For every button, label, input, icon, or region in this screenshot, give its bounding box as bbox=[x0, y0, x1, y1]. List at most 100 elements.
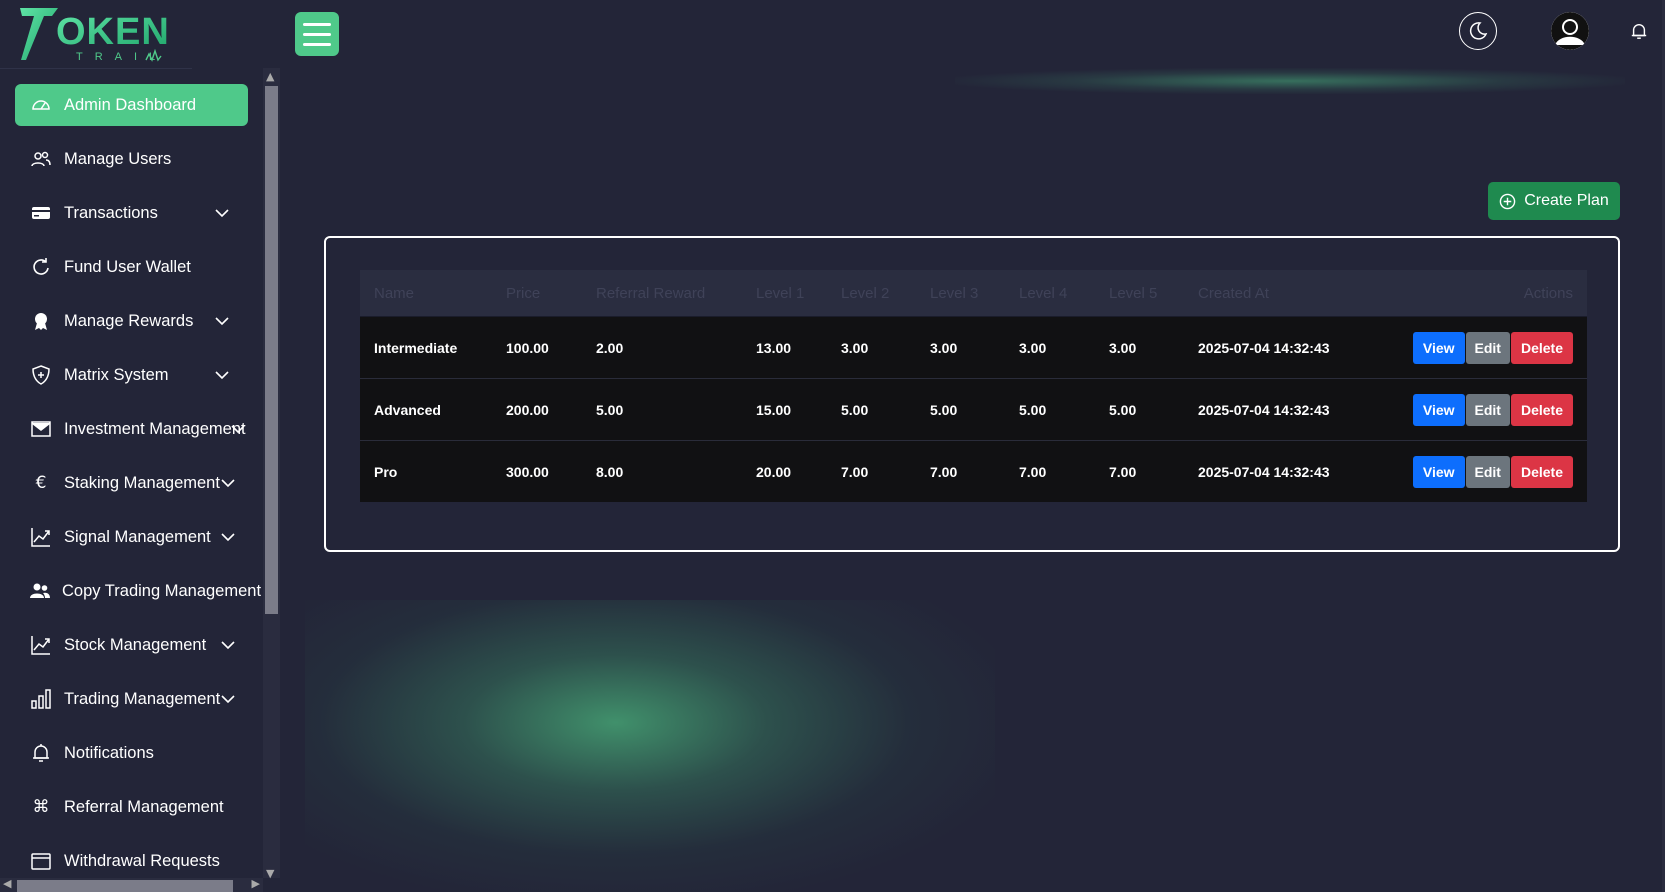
sidebar-item-label: Manage Rewards bbox=[64, 311, 194, 330]
command-icon: ⌘ bbox=[32, 797, 50, 817]
cell-referral-reward: 5.00 bbox=[582, 378, 742, 441]
create-plan-button[interactable]: Create Plan bbox=[1488, 182, 1620, 220]
theme-toggle-button[interactable] bbox=[1459, 12, 1497, 50]
sidebar-item-label: Manage Users bbox=[64, 149, 172, 168]
chevron-down-icon[interactable] bbox=[230, 421, 246, 437]
cell-level-3: 7.00 bbox=[916, 440, 1005, 502]
cell-level-1: 13.00 bbox=[742, 316, 827, 379]
sidebar-item-manage-users[interactable]: Manage Users bbox=[15, 138, 248, 180]
column-header-price: Price bbox=[492, 270, 582, 317]
chevron-down-icon[interactable] bbox=[214, 205, 230, 221]
sidebar-item-label: Signal Management bbox=[64, 527, 211, 546]
bell-icon bbox=[30, 742, 52, 764]
sidebar-item-transactions[interactable]: Transactions bbox=[15, 192, 248, 234]
scroll-left-icon[interactable]: ◀ bbox=[3, 877, 11, 890]
column-header-level-5: Level 5 bbox=[1095, 270, 1184, 317]
cell-referral-reward: 2.00 bbox=[582, 316, 742, 379]
column-header-level-3: Level 3 bbox=[916, 270, 1005, 317]
sidebar-item-label: Transactions bbox=[64, 203, 158, 222]
chevron-down-icon[interactable] bbox=[220, 475, 236, 491]
edit-button[interactable]: Edit bbox=[1465, 455, 1510, 488]
view-button[interactable]: View bbox=[1412, 331, 1465, 364]
chevron-down-icon[interactable] bbox=[220, 529, 236, 545]
decorative-glow bbox=[955, 68, 1625, 94]
cell-created-at: 2025-07-04 14:32:43 bbox=[1184, 378, 1368, 441]
chevron-down-icon[interactable] bbox=[220, 637, 236, 653]
sidebar-item-label: Investment Management bbox=[64, 419, 246, 438]
sidebar-horizontal-scrollbar[interactable]: ◀ ▶ bbox=[0, 877, 263, 892]
notification-bell-button[interactable] bbox=[1630, 22, 1648, 40]
column-header-level-1: Level 1 bbox=[742, 270, 827, 317]
sidebar-item-referral-management[interactable]: ⌘ Referral Management bbox=[15, 786, 248, 828]
column-header-level-4: Level 4 bbox=[1005, 270, 1095, 317]
award-icon bbox=[30, 310, 52, 332]
sidebar-item-admin-dashboard[interactable]: Admin Dashboard bbox=[15, 84, 248, 126]
delete-button[interactable]: Delete bbox=[1510, 455, 1573, 488]
create-plan-label: Create Plan bbox=[1524, 192, 1609, 209]
cell-level-5: 3.00 bbox=[1095, 316, 1184, 379]
sidebar-item-manage-rewards[interactable]: Manage Rewards bbox=[15, 300, 248, 342]
chevron-down-icon[interactable] bbox=[220, 691, 236, 707]
scrollbar-thumb[interactable] bbox=[17, 880, 233, 892]
hamburger-icon bbox=[303, 22, 331, 26]
sidebar-item-label: Withdrawal Requests bbox=[64, 851, 220, 870]
edit-button[interactable]: Edit bbox=[1465, 331, 1510, 364]
bell-icon bbox=[1631, 24, 1647, 39]
sidebar-item-stock-management[interactable]: Stock Management bbox=[15, 624, 248, 666]
graph-up-icon bbox=[30, 634, 52, 656]
sidebar-item-copy-trading-management[interactable]: Copy Trading Management bbox=[15, 570, 261, 612]
delete-button[interactable]: Delete bbox=[1510, 393, 1573, 426]
edit-button[interactable]: Edit bbox=[1465, 393, 1510, 426]
scroll-down-icon[interactable]: ▼ bbox=[266, 867, 274, 880]
shield-icon bbox=[30, 364, 52, 386]
delete-button[interactable]: Delete bbox=[1510, 331, 1573, 364]
user-avatar[interactable] bbox=[1551, 12, 1589, 50]
hamburger-line bbox=[303, 42, 331, 46]
cell-name: Pro bbox=[360, 440, 492, 502]
sidebar-item-label: Referral Management bbox=[64, 797, 224, 816]
sidebar-item-label: Admin Dashboard bbox=[64, 95, 197, 114]
token-trail-logo[interactable]: OKEN TRAIL bbox=[18, 6, 180, 64]
sidebar-item-matrix-system[interactable]: Matrix System bbox=[15, 354, 248, 396]
bar-chart-icon bbox=[30, 688, 52, 710]
scroll-right-icon[interactable]: ▶ bbox=[252, 877, 260, 890]
cell-level-2: 3.00 bbox=[827, 316, 916, 379]
sidebar-item-label: Staking Management bbox=[64, 473, 220, 492]
users-icon bbox=[30, 148, 52, 170]
moon-icon bbox=[1469, 22, 1488, 40]
sidebar-item-investment-management[interactable]: Investment Management bbox=[15, 408, 248, 450]
view-button[interactable]: View bbox=[1412, 393, 1465, 426]
view-button[interactable]: View bbox=[1412, 455, 1465, 488]
column-header-name: Name bbox=[360, 270, 492, 317]
column-header-level-2: Level 2 bbox=[827, 270, 916, 317]
sidebar-item-fund-user-wallet[interactable]: Fund User Wallet bbox=[15, 246, 248, 288]
table-row: Advanced 200.00 5.00 15.00 5.00 5.00 5.0… bbox=[360, 378, 1587, 441]
svg-text:OKEN: OKEN bbox=[56, 11, 170, 53]
cell-level-2: 7.00 bbox=[827, 440, 916, 502]
chevron-down-icon[interactable] bbox=[214, 313, 230, 329]
hamburger-menu-button[interactable] bbox=[295, 12, 339, 56]
sidebar-item-label: Fund User Wallet bbox=[64, 257, 191, 276]
scroll-up-icon[interactable]: ▲ bbox=[266, 70, 274, 83]
scrollbar-thumb[interactable] bbox=[265, 86, 278, 614]
hamburger-line bbox=[303, 32, 331, 36]
envelope-icon bbox=[30, 418, 52, 440]
plus-circle-icon bbox=[1499, 193, 1516, 209]
chevron-down-icon[interactable] bbox=[214, 367, 230, 383]
cell-price: 200.00 bbox=[492, 378, 582, 441]
graph-up-icon bbox=[30, 526, 52, 548]
cell-price: 300.00 bbox=[492, 440, 582, 502]
sidebar-item-staking-management[interactable]: € Staking Management bbox=[15, 462, 248, 504]
sidebar-item-signal-management[interactable]: Signal Management bbox=[15, 516, 248, 558]
sidebar-vertical-scrollbar[interactable]: ▲ ▼ bbox=[263, 68, 280, 880]
cell-level-5: 7.00 bbox=[1095, 440, 1184, 502]
sidebar: OKEN TRAIL Admin Dashboard Manage Users … bbox=[0, 0, 280, 892]
cell-level-3: 3.00 bbox=[916, 316, 1005, 379]
sidebar-item-trading-management[interactable]: Trading Management bbox=[15, 678, 248, 720]
sidebar-item-notifications[interactable]: Notifications bbox=[15, 732, 248, 774]
sidebar-item-withdrawal-requests[interactable]: Withdrawal Requests bbox=[15, 840, 248, 882]
table-row: Intermediate 100.00 2.00 13.00 3.00 3.00… bbox=[360, 316, 1587, 379]
cell-referral-reward: 8.00 bbox=[582, 440, 742, 502]
cell-level-3: 5.00 bbox=[916, 378, 1005, 441]
cell-name: Intermediate bbox=[360, 316, 492, 379]
